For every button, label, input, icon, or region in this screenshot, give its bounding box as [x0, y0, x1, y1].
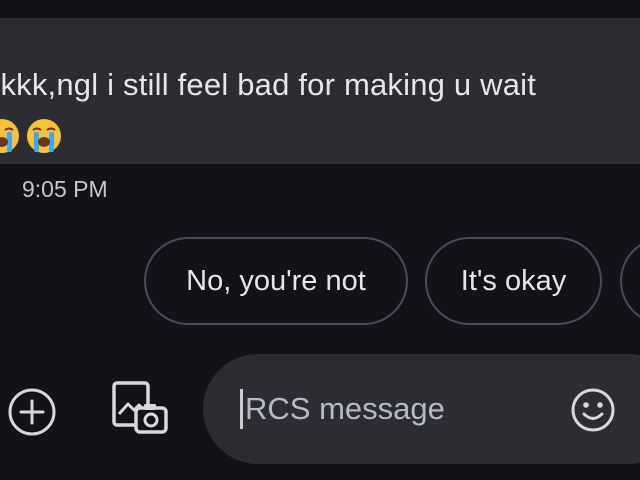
message-text-block: okkk,ngl i still feel bad for making u w…	[0, 58, 583, 164]
plus-circle-icon[interactable]	[6, 386, 58, 438]
gallery-add-icon[interactable]	[110, 380, 170, 436]
text-cursor	[240, 389, 243, 429]
emoji-smiley-icon[interactable]	[569, 386, 617, 434]
smart-reply-chip[interactable]: It's okay	[425, 237, 602, 325]
loudly-crying-face-icon	[0, 117, 21, 155]
loudly-crying-face-icon	[25, 117, 63, 155]
smart-reply-chip[interactable]	[620, 237, 640, 325]
message-timestamp: 9:05 PM	[22, 176, 108, 202]
smart-reply-chip[interactable]: No, you're not	[144, 237, 408, 325]
message-compose-field[interactable]: RCS message	[203, 354, 640, 464]
incoming-message-bubble[interactable]: okkk,ngl i still feel bad for making u w…	[0, 18, 640, 164]
message-text: okkk,ngl i still feel bad for making u w…	[0, 67, 537, 102]
conversation-screen: okkk,ngl i still feel bad for making u w…	[0, 0, 640, 480]
compose-placeholder: RCS message	[245, 391, 445, 426]
